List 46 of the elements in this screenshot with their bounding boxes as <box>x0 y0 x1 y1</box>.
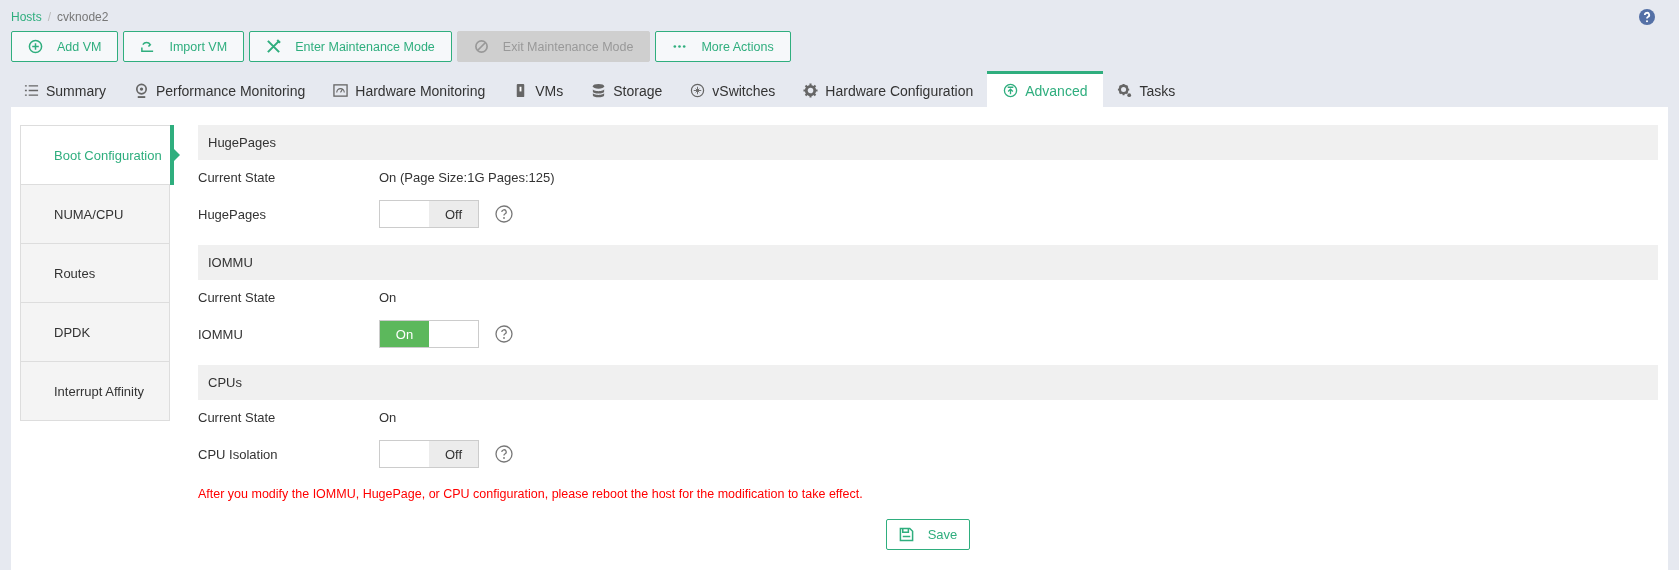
field-label: Current State <box>198 409 277 425</box>
gear-icon <box>803 83 819 98</box>
section-header: HugePages <box>198 125 1658 160</box>
webcam-icon <box>133 83 149 98</box>
list-icon <box>24 83 39 98</box>
network-switch-icon <box>690 83 706 98</box>
tab[interactable]: Hardware Configuration <box>789 71 988 107</box>
field-value: On <box>379 409 397 425</box>
help-icon[interactable] <box>495 445 513 463</box>
breadcrumb-current: cvknode2 <box>57 10 109 24</box>
gauge-icon <box>333 83 349 98</box>
field-label: CPU Isolation <box>198 446 279 462</box>
help-icon[interactable] <box>1639 9 1655 25</box>
import-icon <box>140 39 156 54</box>
toggle-switch[interactable]: Off <box>379 200 479 228</box>
gears-icon <box>1117 83 1133 98</box>
upload-circle-icon <box>1003 83 1019 98</box>
field-label: Current State <box>198 169 277 185</box>
field-label: Current State <box>198 289 277 305</box>
side-menu-item[interactable]: DPDK <box>20 303 170 362</box>
selection-indicator <box>170 125 180 185</box>
help-icon[interactable] <box>495 205 513 223</box>
field-label: IOMMU <box>198 326 244 342</box>
breadcrumb-separator: / <box>47 10 52 24</box>
field-value: On <box>379 289 397 305</box>
section-header: CPUs <box>198 365 1658 400</box>
tab[interactable]: VMs <box>499 71 578 107</box>
side-menu-item[interactable]: Interrupt Affinity <box>20 362 170 421</box>
tab[interactable]: Performance Monitoring <box>119 71 320 107</box>
tab[interactable]: Summary <box>10 71 120 107</box>
field-label: HugePages <box>198 206 267 222</box>
tools-icon <box>266 39 282 54</box>
toggle-switch[interactable]: Off <box>379 440 479 468</box>
warning-message: After you modify the IOMMU, HugePage, or CPU configuration, please reboot the host for the modification to take effect. <box>198 487 864 501</box>
ban-icon <box>473 39 489 54</box>
database-icon <box>591 83 607 98</box>
tab[interactable]: Storage <box>577 71 677 107</box>
help-icon[interactable] <box>495 325 513 343</box>
field-value: On (Page Size:1G Pages:125) <box>379 169 555 185</box>
tab[interactable]: vSwitches <box>676 71 790 107</box>
tab[interactable]: Hardware Monitoring <box>319 71 500 107</box>
side-menu-item[interactable]: NUMA/CPU <box>20 185 170 244</box>
tab[interactable]: Tasks <box>1103 71 1190 107</box>
side-menu-item[interactable]: Routes <box>20 244 170 303</box>
section-header: IOMMU <box>198 245 1658 280</box>
plus-circle-icon <box>28 39 43 54</box>
